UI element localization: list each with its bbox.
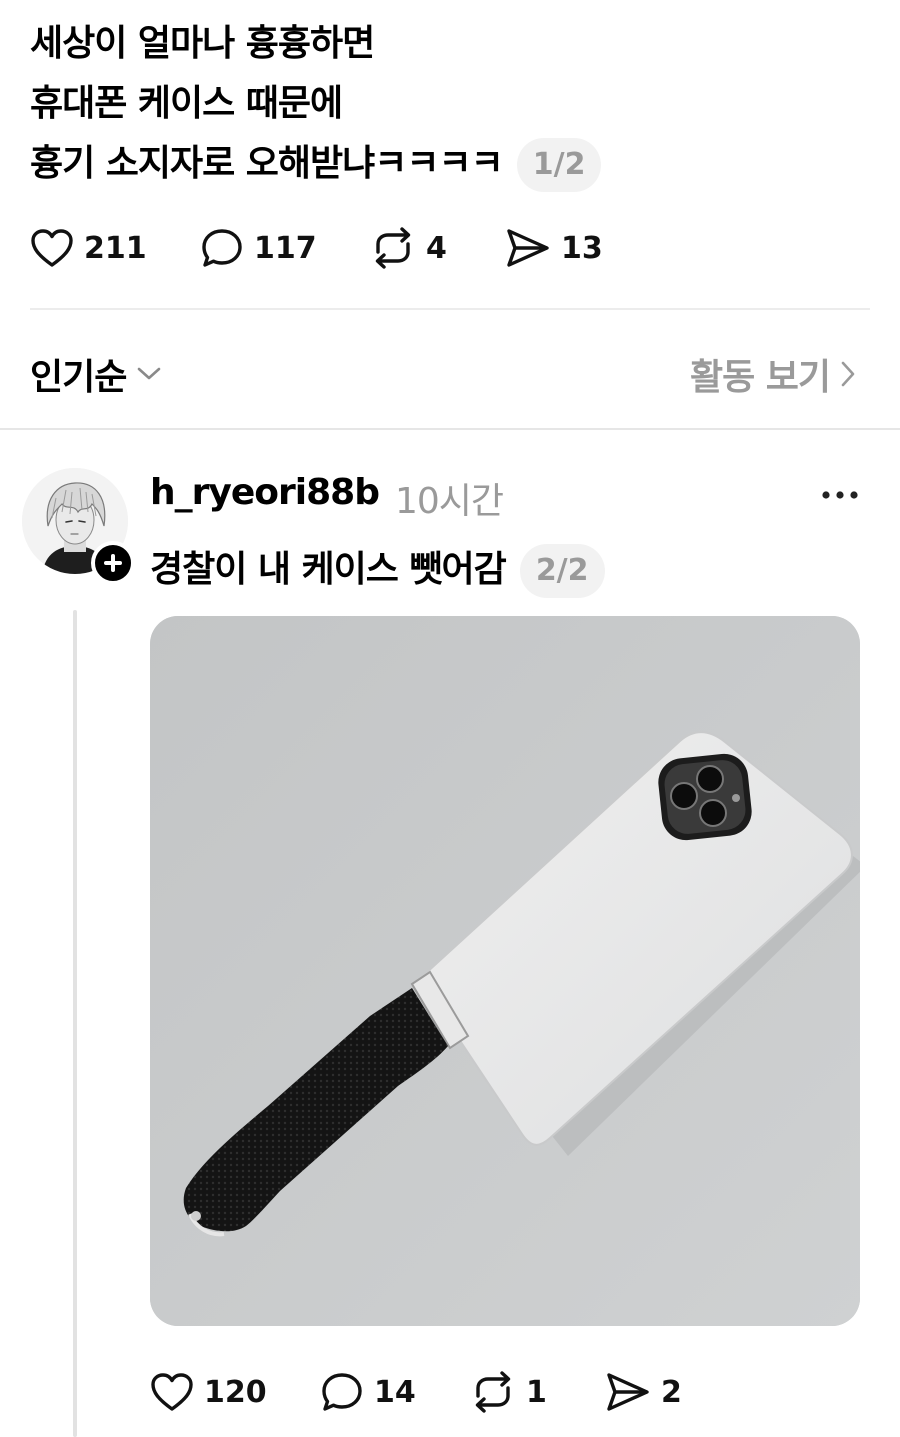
reply-comment-button[interactable]: 14 bbox=[320, 1371, 470, 1413]
more-options-button[interactable] bbox=[818, 480, 862, 510]
reply-actions: 120 14 1 2 bbox=[150, 1370, 682, 1414]
post-line-2: 휴대폰 케이스 때문에 bbox=[30, 83, 343, 124]
send-icon bbox=[507, 229, 549, 267]
page-indicator: 1/2 bbox=[516, 138, 602, 192]
post-photo[interactable] bbox=[150, 616, 860, 1326]
reply-text: 경찰이 내 케이스 뺏어감 bbox=[150, 549, 507, 590]
comment-bubble-icon bbox=[322, 1373, 362, 1411]
heart-icon bbox=[151, 1373, 193, 1411]
sort-row: 인기순 활동 보기 bbox=[30, 340, 870, 400]
post-line-1: 세상이 얼마나 흉흉하면 bbox=[30, 23, 375, 64]
follow-button[interactable] bbox=[91, 541, 135, 585]
reply-comment-count: 14 bbox=[374, 1374, 416, 1410]
post-body: 세상이 얼마나 흉흉하면 휴대폰 케이스 때문에 흉기 소지자로 오해받냐ㅋㅋㅋ… bbox=[30, 14, 870, 194]
reply-timestamp: 10시간 bbox=[395, 481, 504, 522]
reply-repost-button[interactable]: 1 bbox=[470, 1370, 605, 1414]
comment-button[interactable]: 117 bbox=[200, 227, 370, 269]
post-line-3-text: 흉기 소지자로 오해받냐ㅋㅋㅋㅋ bbox=[30, 143, 504, 184]
chevron-right-icon bbox=[841, 361, 855, 387]
sort-dropdown[interactable]: 인기순 bbox=[30, 348, 162, 400]
reply-like-button[interactable]: 120 bbox=[150, 1372, 320, 1412]
like-count: 211 bbox=[84, 230, 147, 266]
send-icon bbox=[607, 1373, 649, 1411]
share-count: 13 bbox=[561, 230, 603, 266]
reply-share-button[interactable]: 2 bbox=[605, 1371, 682, 1413]
repost-button[interactable]: 4 bbox=[370, 226, 505, 270]
reply-like-count: 120 bbox=[204, 1374, 267, 1410]
repost-icon bbox=[375, 227, 411, 269]
share-button[interactable]: 13 bbox=[505, 227, 603, 269]
view-activity-label: 활동 보기 bbox=[689, 357, 831, 398]
post-line-3: 흉기 소지자로 오해받냐ㅋㅋㅋㅋ 1/2 bbox=[30, 134, 870, 194]
reply-page-indicator: 2/2 bbox=[519, 544, 605, 598]
reply-username[interactable]: h_ryeori88b bbox=[150, 472, 380, 513]
sort-label: 인기순 bbox=[30, 357, 127, 398]
thread-line bbox=[73, 610, 77, 1437]
post-actions: 211 117 4 13 bbox=[30, 226, 603, 270]
repost-icon bbox=[475, 1371, 511, 1413]
heart-icon bbox=[31, 229, 73, 267]
more-dots-icon bbox=[822, 491, 858, 499]
chevron-down-icon bbox=[138, 367, 161, 380]
like-button[interactable]: 211 bbox=[30, 228, 200, 268]
cleaver-phone-case-image bbox=[150, 616, 860, 1326]
divider bbox=[30, 308, 870, 310]
section-divider bbox=[0, 428, 900, 430]
view-activity-link[interactable]: 활동 보기 bbox=[690, 348, 856, 400]
reply-share-count: 2 bbox=[661, 1374, 682, 1410]
repost-count: 4 bbox=[426, 230, 447, 266]
comment-count: 117 bbox=[254, 230, 317, 266]
reply-body: 경찰이 내 케이스 뺏어감 2/2 bbox=[150, 540, 605, 598]
comment-bubble-icon bbox=[202, 229, 242, 267]
reply-repost-count: 1 bbox=[526, 1374, 547, 1410]
